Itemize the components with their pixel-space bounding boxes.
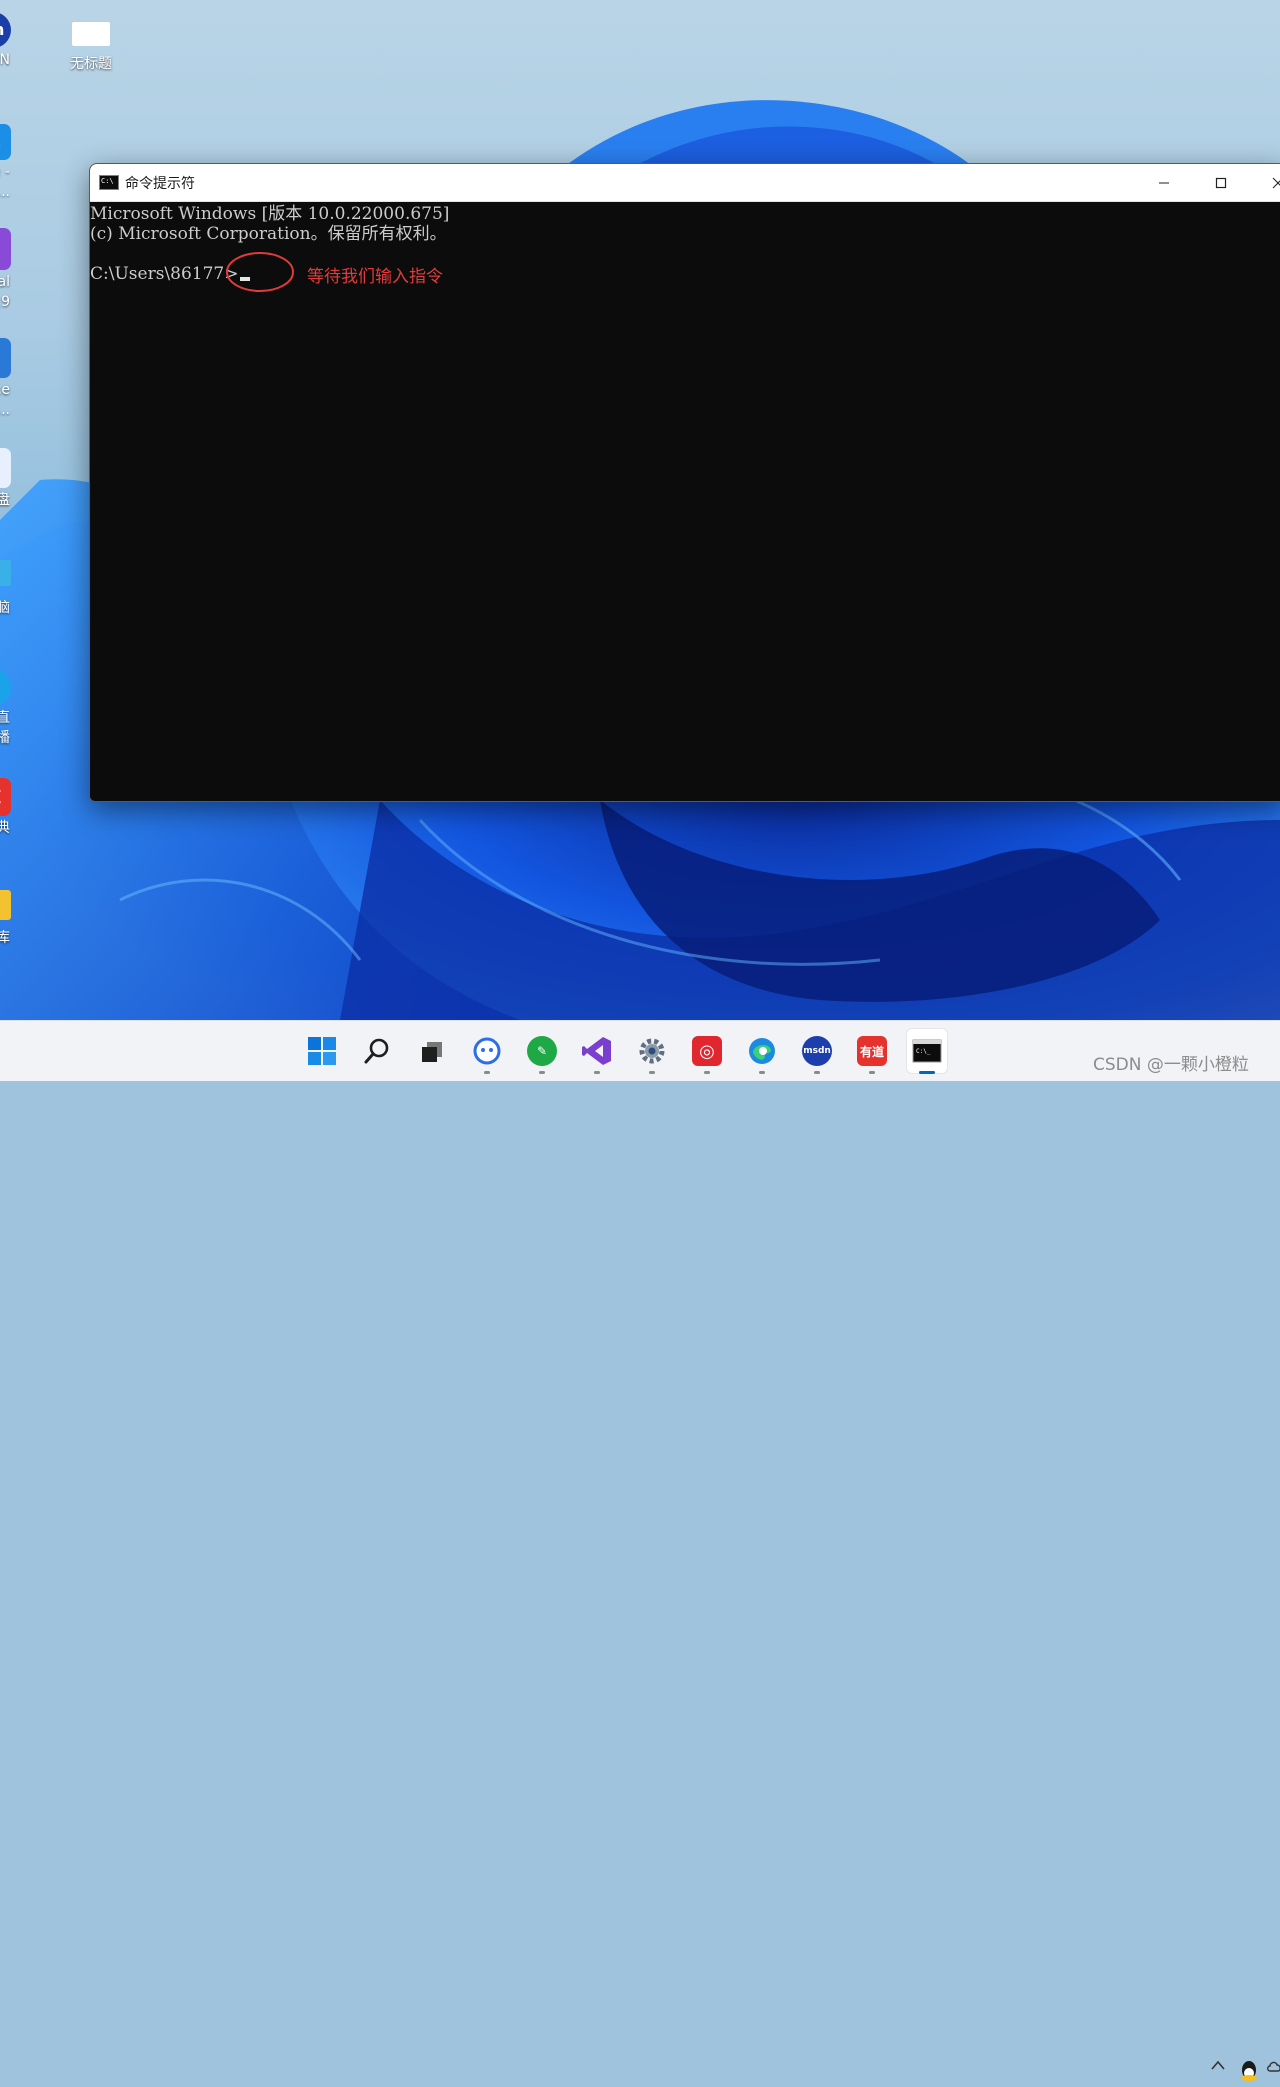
desktop-icon-this-pc[interactable]: 电脑: [0, 560, 38, 618]
desktop-icon-visual-studio[interactable]: ⋈ ual o 2019: [0, 228, 38, 312]
desktop-icon-untitled[interactable]: 无标题: [46, 18, 136, 74]
taskbar: ✎ ◎ msdn 有道 C:\_: [0, 1020, 1280, 2081]
minimize-button[interactable]: [1141, 164, 1187, 201]
desktop-icon-video-library[interactable]: 影视库: [0, 890, 38, 948]
console-line: (c) Microsoft Corporation。保留所有权利。: [90, 224, 447, 244]
maximize-icon: [1215, 177, 1227, 188]
running-indicator: [484, 1071, 490, 1074]
youdao-dict-icon: 道: [0, 778, 11, 816]
video-library-icon: [0, 890, 11, 920]
running-indicator: [759, 1071, 765, 1074]
desktop-icon-label: 影视库: [0, 930, 10, 946]
desktop-icon-label: 道词典: [0, 820, 10, 836]
taskbar-edge[interactable]: [742, 1029, 782, 1074]
gear-icon: [639, 1038, 665, 1064]
running-indicator: [704, 1071, 710, 1074]
annotation-text: 等待我们输入指令: [307, 267, 443, 287]
command-prompt-line[interactable]: C:\Users\86177>: [90, 264, 1280, 284]
desktop-icon-office[interactable]: 7 Office 试专...: [0, 338, 38, 420]
desktop-icon-label-line2: 播: [0, 730, 10, 746]
taskbar-youdao[interactable]: 有道: [852, 1029, 892, 1074]
evernote-icon: ✎: [527, 1036, 557, 1066]
cmd-icon: [99, 175, 119, 190]
desktop-icon-label-line2: o 2019: [0, 294, 10, 310]
desktop-icon-csdn[interactable]: dn DN: [0, 12, 38, 70]
cmd-window[interactable]: 命令提示符 Microsoft Windows [版本 10.0.22000.6…: [89, 163, 1280, 802]
taskbar-visual-studio[interactable]: [577, 1029, 617, 1074]
visual-studio-icon: [582, 1037, 611, 1065]
taskbar-netease-music[interactable]: ◎: [687, 1029, 727, 1074]
taskbar-app-1[interactable]: [467, 1029, 507, 1074]
desktop-icon-education-live[interactable]: ⊃ 教育直 播: [0, 668, 38, 748]
desktop-icon-label: 无标题: [70, 56, 112, 72]
taskbar-search-button[interactable]: [357, 1029, 397, 1073]
window-title: 命令提示符: [125, 175, 195, 192]
taskbar-msdn[interactable]: msdn: [797, 1029, 837, 1074]
desktop-icon-label: 电脑: [0, 600, 10, 616]
chevron-up-icon[interactable]: [1210, 2059, 1226, 2075]
desktop-icon-youdao-dict[interactable]: 道 道词典: [0, 778, 38, 838]
desktop-icon-label-line2: 试专...: [0, 402, 10, 418]
desktop-icon-label: 教育直: [0, 710, 10, 726]
search-icon: [364, 1038, 389, 1064]
desktop-icon-label: ual: [0, 274, 10, 290]
desktop-icon-baidu-netdisk[interactable]: ∞ 网盘: [0, 448, 38, 510]
taskbar-task-view-button[interactable]: [412, 1029, 452, 1073]
msdn-icon: msdn: [802, 1036, 832, 1066]
office-icon: 7: [0, 338, 11, 378]
taskbar-settings[interactable]: [632, 1029, 672, 1074]
running-indicator: [594, 1071, 600, 1074]
this-pc-icon: [0, 560, 11, 586]
close-icon: [1272, 177, 1280, 188]
desktop-icon-label: rive -: [0, 164, 10, 180]
desktop-icon-label: DN: [0, 52, 10, 68]
minimize-icon: [1159, 182, 1169, 183]
blank-document-icon: [72, 22, 110, 46]
running-indicator: [814, 1071, 820, 1074]
taskbar-start-button[interactable]: [302, 1029, 342, 1073]
close-button[interactable]: [1255, 164, 1280, 201]
cmd-icon: C:\_: [912, 1039, 942, 1063]
window-titlebar[interactable]: 命令提示符: [90, 164, 1280, 202]
netease-music-icon: ◎: [692, 1036, 722, 1066]
cloud-tray-icon[interactable]: [1266, 2059, 1280, 2077]
onedrive-icon: ☁: [0, 124, 11, 160]
blue-app-icon: [473, 1037, 501, 1065]
qq-tray-icon[interactable]: [1238, 2059, 1260, 2087]
running-indicator: [649, 1071, 655, 1074]
education-live-icon: ⊃: [0, 668, 11, 706]
visual-studio-icon: ⋈: [0, 228, 11, 270]
desktop-icon-onedrive[interactable]: ☁ rive - nal - ...: [0, 124, 38, 202]
windows-start-icon: [308, 1037, 336, 1065]
console-line: Microsoft Windows [版本 10.0.22000.675]: [90, 204, 450, 224]
text-cursor: [240, 277, 251, 281]
watermark: CSDN @一颗小橙粒: [1093, 1055, 1249, 1075]
taskbar-evernote[interactable]: ✎: [522, 1029, 562, 1074]
taskbar-cmd[interactable]: C:\_: [907, 1029, 947, 1074]
task-view-icon: [422, 1042, 442, 1062]
running-indicator: [869, 1071, 875, 1074]
running-indicator: [539, 1071, 545, 1074]
console-output[interactable]: Microsoft Windows [版本 10.0.22000.675] (c…: [90, 202, 1280, 284]
baidu-netdisk-icon: ∞: [0, 448, 11, 488]
desktop-icon-label: 网盘: [0, 492, 10, 508]
youdao-icon: 有道: [857, 1036, 887, 1066]
csdn-icon: dn: [0, 12, 11, 48]
desktop-icon-label: Office: [0, 382, 10, 398]
svg-text:C:\_: C:\_: [916, 1048, 931, 1055]
prompt-text: C:\Users\86177>: [90, 264, 239, 284]
desktop-icon-label-line2: nal - ...: [0, 184, 10, 200]
running-indicator: [919, 1071, 935, 1074]
maximize-button[interactable]: [1198, 164, 1244, 201]
edge-icon: [749, 1038, 775, 1064]
